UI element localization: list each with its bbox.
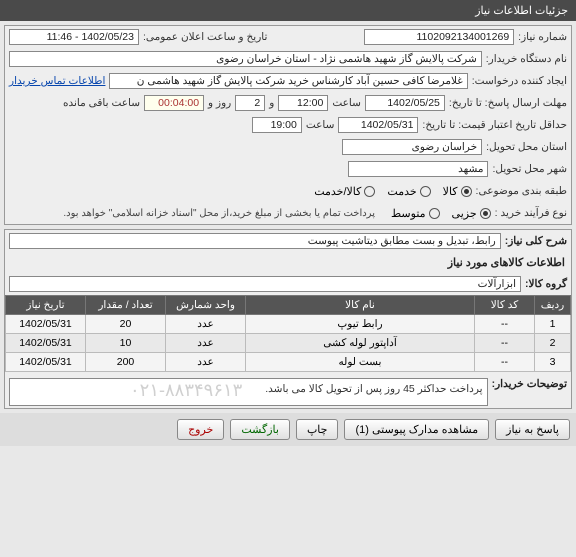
deadline-label: مهلت ارسال پاسخ: تا تاریخ: bbox=[449, 97, 567, 109]
table-row[interactable]: 1--رابط تیوپعدد201402/05/31 bbox=[6, 315, 571, 334]
city-label: شهر محل تحویل: bbox=[492, 163, 567, 175]
table-cell: 3 bbox=[535, 353, 571, 372]
days-field: 2 bbox=[235, 95, 265, 111]
announce-field: 1402/05/23 - 11:46 bbox=[9, 29, 139, 45]
desc-panel: شرح کلی نیاز: رابط، تبدیل و بست مطابق دی… bbox=[4, 229, 572, 409]
radio-icon bbox=[429, 208, 440, 219]
deadline-date-field: 1402/05/25 bbox=[365, 95, 445, 111]
saat-label-1: ساعت bbox=[332, 97, 361, 109]
exit-button[interactable]: خروج bbox=[177, 419, 224, 440]
process-note: پرداخت تمام یا بخشی از مبلغ خرید،از محل … bbox=[63, 208, 375, 219]
category-service-label: خدمت bbox=[387, 185, 416, 198]
table-cell: بست لوله bbox=[246, 353, 475, 372]
process-medium-radio[interactable]: متوسط bbox=[391, 207, 440, 220]
attachments-button[interactable]: مشاهده مدارک پیوستی (1) bbox=[344, 419, 489, 440]
panel-title: جزئیات اطلاعات نیاز bbox=[475, 5, 568, 17]
announce-label: تاریخ و ساعت اعلان عمومی: bbox=[143, 31, 267, 43]
print-button[interactable]: چاپ bbox=[296, 419, 339, 440]
category-both-label: کالا/خدمت bbox=[314, 185, 361, 198]
buttons-bar: پاسخ به نیاز مشاهده مدارک پیوستی (1) چاپ… bbox=[0, 413, 576, 446]
goods-section-title: اطلاعات کالاهای مورد نیاز bbox=[5, 252, 571, 273]
desc-title-label: شرح کلی نیاز: bbox=[505, 235, 567, 247]
th-date: تاریخ نیاز bbox=[6, 296, 86, 315]
table-header-row: ردیف کد کالا نام کالا واحد شمارش تعداد /… bbox=[6, 296, 571, 315]
category-label: طبقه بندی موضوعی: bbox=[476, 185, 567, 197]
contact-link[interactable]: اطلاعات تماس خریدار bbox=[9, 75, 105, 87]
province-field: خراسان رضوی bbox=[342, 139, 482, 155]
respond-button[interactable]: پاسخ به نیاز bbox=[495, 419, 570, 440]
table-cell: 1402/05/31 bbox=[6, 315, 86, 334]
table-cell: 1402/05/31 bbox=[6, 353, 86, 372]
remain-time-field: 00:04:00 bbox=[144, 95, 204, 111]
table-cell: -- bbox=[475, 353, 535, 372]
rooz-label: روز و bbox=[208, 97, 231, 109]
buyer-label: نام دستگاه خریدار: bbox=[486, 53, 567, 65]
table-cell: -- bbox=[475, 334, 535, 353]
radio-icon bbox=[461, 186, 472, 197]
table-cell: رابط تیوپ bbox=[246, 315, 475, 334]
table-cell: عدد bbox=[166, 315, 246, 334]
buyer-notes-label: توضیحات خریدار: bbox=[492, 378, 567, 390]
price-valid-date-field: 1402/05/31 bbox=[338, 117, 418, 133]
table-cell: 1402/05/31 bbox=[6, 334, 86, 353]
category-radio-group: کالا خدمت کالا/خدمت bbox=[314, 185, 471, 198]
process-minor-label: جزیی bbox=[452, 207, 477, 220]
category-goods-label: کالا bbox=[443, 185, 458, 198]
table-cell: 2 bbox=[535, 334, 571, 353]
th-index: ردیف bbox=[535, 296, 571, 315]
requester-label: ایجاد کننده درخواست: bbox=[472, 75, 567, 87]
table-cell: -- bbox=[475, 315, 535, 334]
group-field: ابزارآلات bbox=[9, 276, 521, 292]
category-service-radio[interactable]: خدمت bbox=[387, 185, 430, 198]
th-name: نام کالا bbox=[246, 296, 475, 315]
process-medium-label: متوسط bbox=[391, 207, 426, 220]
table-cell: عدد bbox=[166, 334, 246, 353]
th-qty: تعداد / مقدار bbox=[86, 296, 166, 315]
th-unit: واحد شمارش bbox=[166, 296, 246, 315]
saat-label-2: ساعت bbox=[306, 119, 335, 131]
th-code: کد کالا bbox=[475, 296, 535, 315]
info-panel: شماره نیاز: 1102092134001269 تاریخ و ساع… bbox=[4, 25, 572, 225]
back-button[interactable]: بازگشت bbox=[230, 419, 290, 440]
buyer-field: شرکت پالایش گاز شهید هاشمی نژاد - استان … bbox=[9, 51, 482, 67]
radio-icon bbox=[480, 208, 491, 219]
process-radio-group: جزیی متوسط bbox=[391, 207, 491, 220]
panel-header: جزئیات اطلاعات نیاز bbox=[0, 0, 576, 21]
radio-icon bbox=[420, 186, 431, 197]
price-valid-time-field: 19:00 bbox=[252, 117, 302, 133]
table-cell: 1 bbox=[535, 315, 571, 334]
city-field: مشهد bbox=[348, 161, 488, 177]
table-cell: 10 bbox=[86, 334, 166, 353]
table-cell: آداپتور لوله کشی bbox=[246, 334, 475, 353]
items-table: ردیف کد کالا نام کالا واحد شمارش تعداد /… bbox=[5, 295, 571, 372]
table-cell: 20 bbox=[86, 315, 166, 334]
category-both-radio[interactable]: کالا/خدمت bbox=[314, 185, 375, 198]
remain-label: ساعت باقی مانده bbox=[63, 97, 140, 109]
deadline-time-field: 12:00 bbox=[278, 95, 328, 111]
buyer-notes-field: پرداخت حداکثر 45 روز پس از تحویل کالا می… bbox=[9, 378, 488, 406]
table-cell: عدد bbox=[166, 353, 246, 372]
and-label: و bbox=[269, 97, 274, 109]
category-goods-radio[interactable]: کالا bbox=[443, 185, 472, 198]
requester-field: غلامرضا کافی حسین آباد کارشناس خرید شرکت… bbox=[109, 73, 467, 89]
table-row[interactable]: 2--آداپتور لوله کشیعدد101402/05/31 bbox=[6, 334, 571, 353]
need-no-field: 1102092134001269 bbox=[364, 29, 514, 45]
radio-icon bbox=[364, 186, 375, 197]
table-row[interactable]: 3--بست لولهعدد2001402/05/31 bbox=[6, 353, 571, 372]
province-label: استان محل تحویل: bbox=[486, 141, 567, 153]
group-label: گروه کالا: bbox=[525, 278, 567, 290]
process-minor-radio[interactable]: جزیی bbox=[452, 207, 491, 220]
table-cell: 200 bbox=[86, 353, 166, 372]
need-no-label: شماره نیاز: bbox=[518, 31, 567, 43]
desc-title-field: رابط، تبدیل و بست مطابق دیتاشیت پیوست bbox=[9, 233, 501, 249]
process-label: نوع فرآیند خرید : bbox=[495, 207, 567, 219]
price-valid-label: حداقل تاریخ اعتبار قیمت: تا تاریخ: bbox=[422, 119, 567, 131]
